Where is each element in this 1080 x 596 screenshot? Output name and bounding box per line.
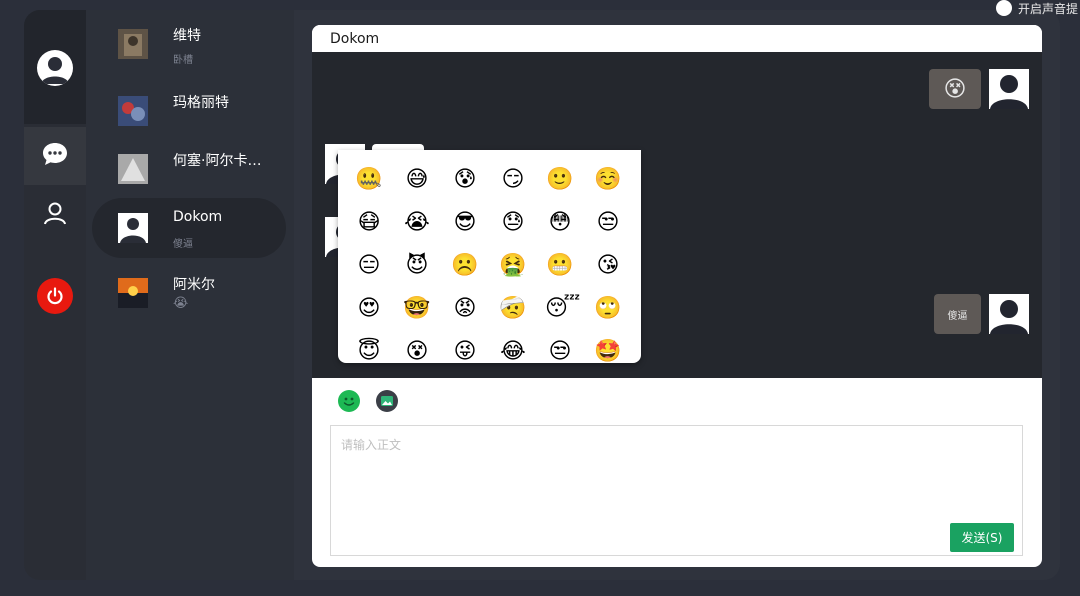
emoji-option[interactable]: 😵 <box>402 337 432 363</box>
chat-list: 维特 卧槽 玛格丽特 何塞·阿尔卡… Dokom 傻逼 阿米尔 😭 <box>86 10 294 580</box>
avatar <box>118 213 148 243</box>
chat-name: 维特 <box>173 28 201 44</box>
emoji-option[interactable]: ☺️ <box>593 165 623 195</box>
sound-toggle[interactable]: 开启声音提 <box>996 0 1078 16</box>
emoji-option[interactable]: 😏 <box>498 165 528 195</box>
message-bubble: 😵 <box>929 69 981 109</box>
chat-item-dokom[interactable]: Dokom 傻逼 <box>92 198 286 258</box>
emoji-option[interactable]: 😰 <box>450 165 480 195</box>
rail-chat-button[interactable] <box>24 127 86 185</box>
rail-contacts-button[interactable] <box>24 186 86 244</box>
emoji-option[interactable]: 🤮 <box>498 251 528 281</box>
rail-logout-button[interactable] <box>24 267 86 325</box>
chat-item[interactable]: 维特 卧槽 <box>92 14 286 74</box>
chat-name: 何塞·阿尔卡… <box>173 153 262 169</box>
emoji-option[interactable]: 🤕 <box>498 294 528 324</box>
avatar <box>118 96 148 126</box>
emoji-option[interactable]: 🤩 <box>593 337 623 363</box>
sound-toggle-label: 开启声音提 <box>1018 1 1079 16</box>
emoji-option[interactable]: 😍 <box>354 294 384 324</box>
chat-item[interactable]: 玛格丽特 <box>92 81 286 141</box>
message-bubble: 傻逼 <box>934 294 981 334</box>
emoji-option[interactable]: 😈 <box>402 251 432 281</box>
emoji-option[interactable]: 🙄 <box>593 294 623 324</box>
chat-title: Dokom <box>330 31 380 47</box>
avatar[interactable] <box>989 294 1029 334</box>
user-icon <box>42 200 68 230</box>
message-input[interactable] <box>331 426 1022 555</box>
emoji-option[interactable]: 😑 <box>354 251 384 281</box>
left-rail <box>24 10 86 580</box>
emoji-option[interactable]: 🤐 <box>354 165 384 195</box>
emoji-option[interactable]: 😅 <box>402 165 432 195</box>
emoji-option[interactable]: 😒 <box>593 208 623 238</box>
avatar <box>118 278 148 308</box>
chat-name: Dokom <box>173 209 223 225</box>
chat-bubble-icon <box>41 140 69 172</box>
emoji-option[interactable]: 😬 <box>545 251 575 281</box>
chat-header: Dokom <box>312 25 1042 52</box>
emoji-option[interactable]: 😳 <box>545 208 575 238</box>
emoji-option[interactable]: 😇 <box>354 337 384 363</box>
emoji-option[interactable]: 😴 <box>545 294 580 324</box>
emoji-picker: 🤐 😅 😰 😏 🙂 ☺️ 😷 😭 😎 😓 😳 😒 😑 😈 ☹️ 🤮 😬 😘 😍 🤓 😡 🤕 😴 🙄 😇 😵 😜 😂 😒 🤩 <box>338 150 641 363</box>
emoji-option[interactable]: 😒 <box>545 337 575 363</box>
smiley-icon[interactable] <box>338 390 360 412</box>
power-icon <box>37 278 73 314</box>
send-button[interactable]: 发送(S) <box>950 523 1014 552</box>
rail-profile <box>24 10 86 124</box>
composer-toolbar <box>312 378 1042 424</box>
image-icon[interactable] <box>376 390 398 412</box>
emoji-option[interactable]: 😷 <box>354 208 384 238</box>
emoji-option[interactable]: 😘 <box>593 251 623 281</box>
chat-preview: 卧槽 <box>173 55 193 66</box>
chat-item[interactable]: 何塞·阿尔卡… <box>92 139 286 199</box>
message-input-box[interactable] <box>330 425 1023 556</box>
toggle-knob[interactable] <box>996 0 1012 16</box>
chat-preview: 😭 <box>173 296 189 311</box>
emoji-option[interactable]: 😡 <box>450 294 480 324</box>
emoji-option[interactable]: 😓 <box>498 208 528 238</box>
avatar <box>118 29 148 59</box>
emoji-option[interactable]: 😂 <box>498 337 528 363</box>
emoji-option[interactable]: 😭 <box>402 208 432 238</box>
emoji-option[interactable]: ☹️ <box>450 251 480 281</box>
chat-name: 玛格丽特 <box>173 95 229 111</box>
emoji-option[interactable]: 😜 <box>450 337 480 363</box>
avatar[interactable] <box>989 69 1029 109</box>
avatar <box>118 154 148 184</box>
emoji-option[interactable]: 🙂 <box>545 165 575 195</box>
emoji-option[interactable]: 😎 <box>450 208 480 238</box>
my-avatar[interactable] <box>37 50 73 86</box>
chat-item[interactable]: 阿米尔 😭 <box>92 263 286 323</box>
chat-name: 阿米尔 <box>173 277 215 293</box>
emoji-option[interactable]: 🤓 <box>402 294 432 324</box>
chat-preview: 傻逼 <box>173 239 193 250</box>
